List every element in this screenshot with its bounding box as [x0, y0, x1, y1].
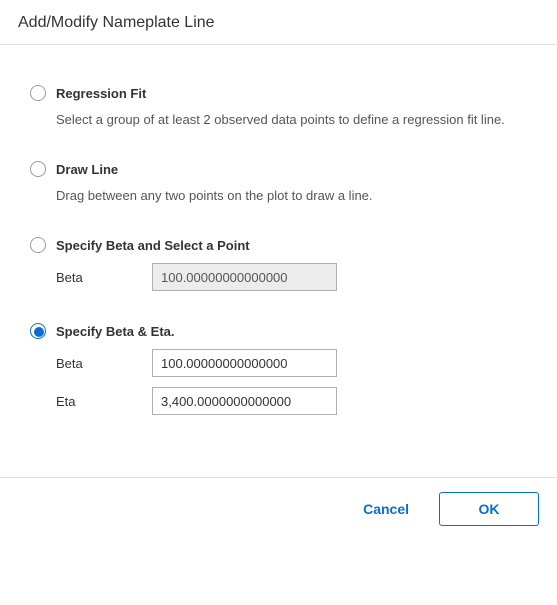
label-specify-beta-eta[interactable]: Specify Beta & Eta.	[56, 324, 175, 339]
desc-draw-line: Drag between any two points on the plot …	[56, 187, 527, 205]
field-row-eta: Eta	[56, 387, 527, 415]
option-beta-eta-header[interactable]: Specify Beta & Eta.	[30, 323, 527, 339]
dialog-title: Add/Modify Nameplate Line	[18, 14, 539, 32]
option-specify-beta-point: Specify Beta and Select a Point Beta	[30, 237, 527, 291]
field-label-beta-2: Beta	[56, 356, 152, 371]
desc-regression-fit: Select a group of at least 2 observed da…	[56, 111, 527, 129]
ok-button[interactable]: OK	[439, 492, 539, 526]
option-specify-beta-eta: Specify Beta & Eta. Beta Eta	[30, 323, 527, 415]
option-draw-header[interactable]: Draw Line	[30, 161, 527, 177]
input-beta-point[interactable]	[152, 263, 337, 291]
label-specify-beta-point[interactable]: Specify Beta and Select a Point	[56, 238, 250, 253]
dialog-header: Add/Modify Nameplate Line	[0, 0, 557, 45]
radio-draw-line[interactable]	[30, 161, 46, 177]
radio-specify-beta-point[interactable]	[30, 237, 46, 253]
add-modify-nameplate-dialog: Add/Modify Nameplate Line Regression Fit…	[0, 0, 557, 540]
field-row-beta: Beta	[56, 349, 527, 377]
cancel-button[interactable]: Cancel	[353, 493, 419, 525]
field-label-eta: Eta	[56, 394, 152, 409]
input-eta[interactable]	[152, 387, 337, 415]
input-beta[interactable]	[152, 349, 337, 377]
label-regression-fit[interactable]: Regression Fit	[56, 86, 146, 101]
option-beta-point-header[interactable]: Specify Beta and Select a Point	[30, 237, 527, 253]
option-regression-header[interactable]: Regression Fit	[30, 85, 527, 101]
label-draw-line[interactable]: Draw Line	[56, 162, 118, 177]
option-regression-fit: Regression Fit Select a group of at leas…	[30, 85, 527, 129]
dialog-body: Regression Fit Select a group of at leas…	[0, 45, 557, 477]
radio-specify-beta-eta[interactable]	[30, 323, 46, 339]
radio-regression-fit[interactable]	[30, 85, 46, 101]
field-label-beta-1: Beta	[56, 270, 152, 285]
option-draw-line: Draw Line Drag between any two points on…	[30, 161, 527, 205]
dialog-footer: Cancel OK	[0, 477, 557, 540]
field-row-beta-point: Beta	[56, 263, 527, 291]
